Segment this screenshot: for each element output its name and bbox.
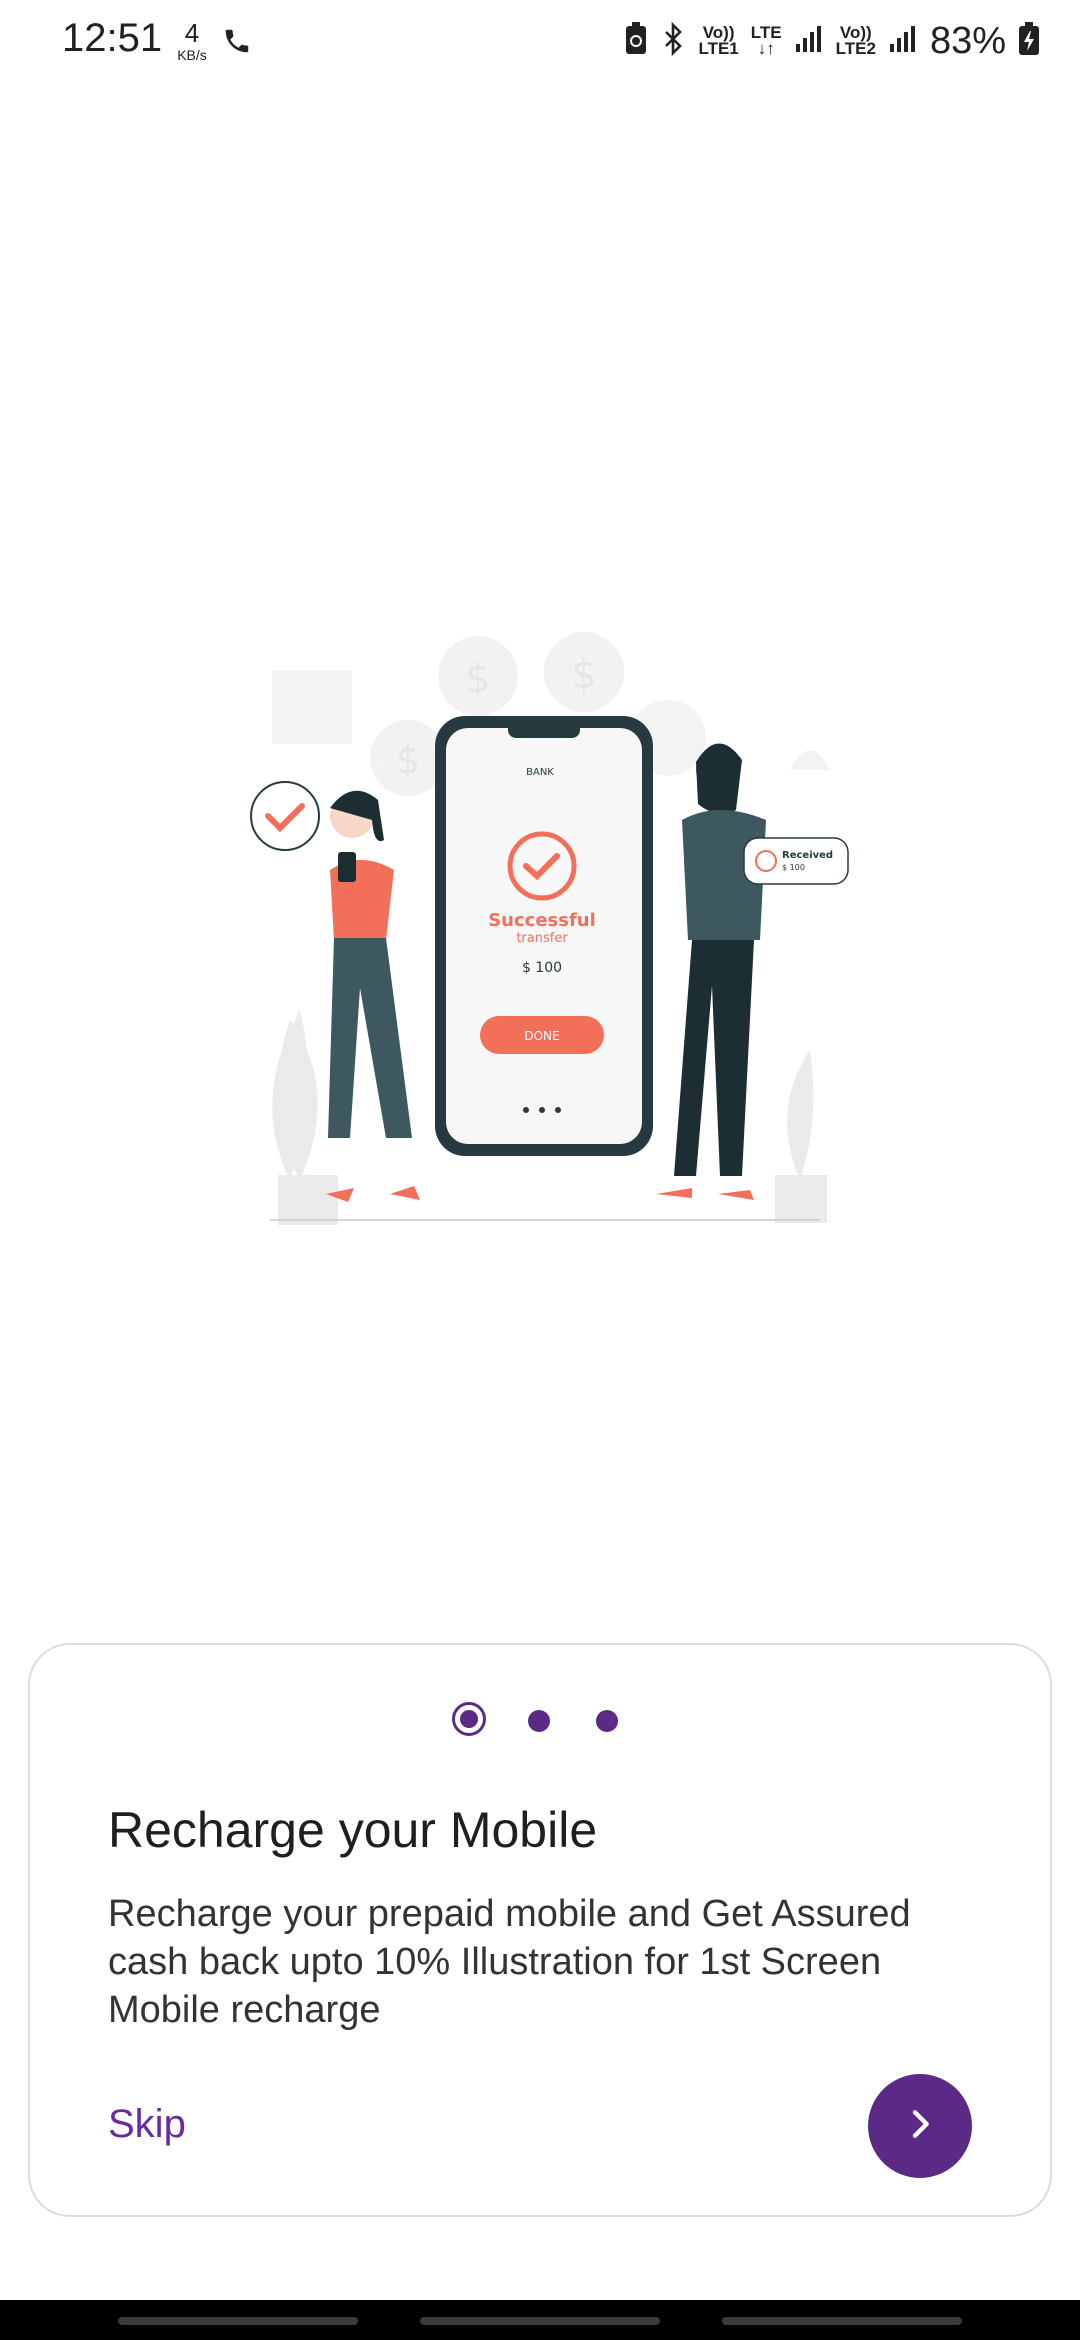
skip-button[interactable]: Skip	[108, 2102, 186, 2147]
status-time: 12:51	[62, 16, 163, 60]
onboarding-card: Recharge your Mobile Recharge your prepa…	[28, 1643, 1052, 2217]
network-speed-value: 4	[184, 18, 200, 48]
call-icon	[222, 26, 252, 61]
done-label: DONE	[524, 1029, 559, 1043]
svg-text:$: $	[396, 738, 420, 782]
nav-gesture-pill[interactable]	[722, 2317, 962, 2325]
sim2-volte-label: Vo)) LTE2	[835, 23, 876, 58]
chevron-right-icon	[900, 2104, 940, 2149]
bluetooth-icon	[660, 21, 686, 61]
onboarding-description: Recharge your prepaid mobile and Get Ass…	[108, 1893, 911, 2031]
page-dot-2[interactable]	[528, 1710, 550, 1732]
data-arrows-icon: ↓↑	[757, 39, 775, 58]
bank-label: BANK	[526, 767, 554, 778]
svg-text:$: $	[571, 652, 596, 698]
next-button[interactable]	[868, 2074, 972, 2178]
status-icons: Vo)) LTE1 LTE ↓↑ Vo)) LTE2 83%	[624, 18, 1040, 64]
nav-gesture-pill[interactable]	[118, 2317, 358, 2325]
amount: $ 100	[522, 960, 562, 976]
onboarding-illustration: $ $ $ BANK Successful transfer $ 100 DON…	[230, 620, 850, 1270]
svg-text:$: $	[465, 656, 490, 702]
success-title: Successful	[488, 910, 596, 931]
network-speed: 4 KB/s	[172, 20, 212, 62]
sim1-volte-label: Vo)) LTE1	[698, 23, 739, 58]
battery-saver-icon	[624, 21, 648, 61]
signal-icon	[888, 24, 918, 59]
page-indicator	[30, 1697, 1050, 1747]
received-amount: $ 100	[782, 863, 805, 872]
onboarding-title: Recharge your Mobile	[108, 1802, 598, 1858]
lte-data-indicator: LTE ↓↑	[751, 24, 782, 58]
signal-icon	[794, 24, 824, 59]
status-bar: 12:51 4 KB/s Vo)) LTE1 LTE ↓↑ Vo)) LTE2 …	[0, 0, 1080, 80]
received-label: Received	[782, 850, 833, 861]
battery-charging-icon	[1018, 21, 1040, 61]
success-sub: transfer	[516, 931, 568, 946]
system-navigation-bar	[0, 2300, 1080, 2340]
page-dot-3[interactable]	[596, 1710, 618, 1732]
nav-gesture-pill[interactable]	[420, 2317, 660, 2325]
network-speed-unit: KB/s	[177, 47, 207, 63]
battery-percentage: 83%	[929, 19, 1006, 62]
page-dot-1-active[interactable]	[452, 1702, 486, 1736]
